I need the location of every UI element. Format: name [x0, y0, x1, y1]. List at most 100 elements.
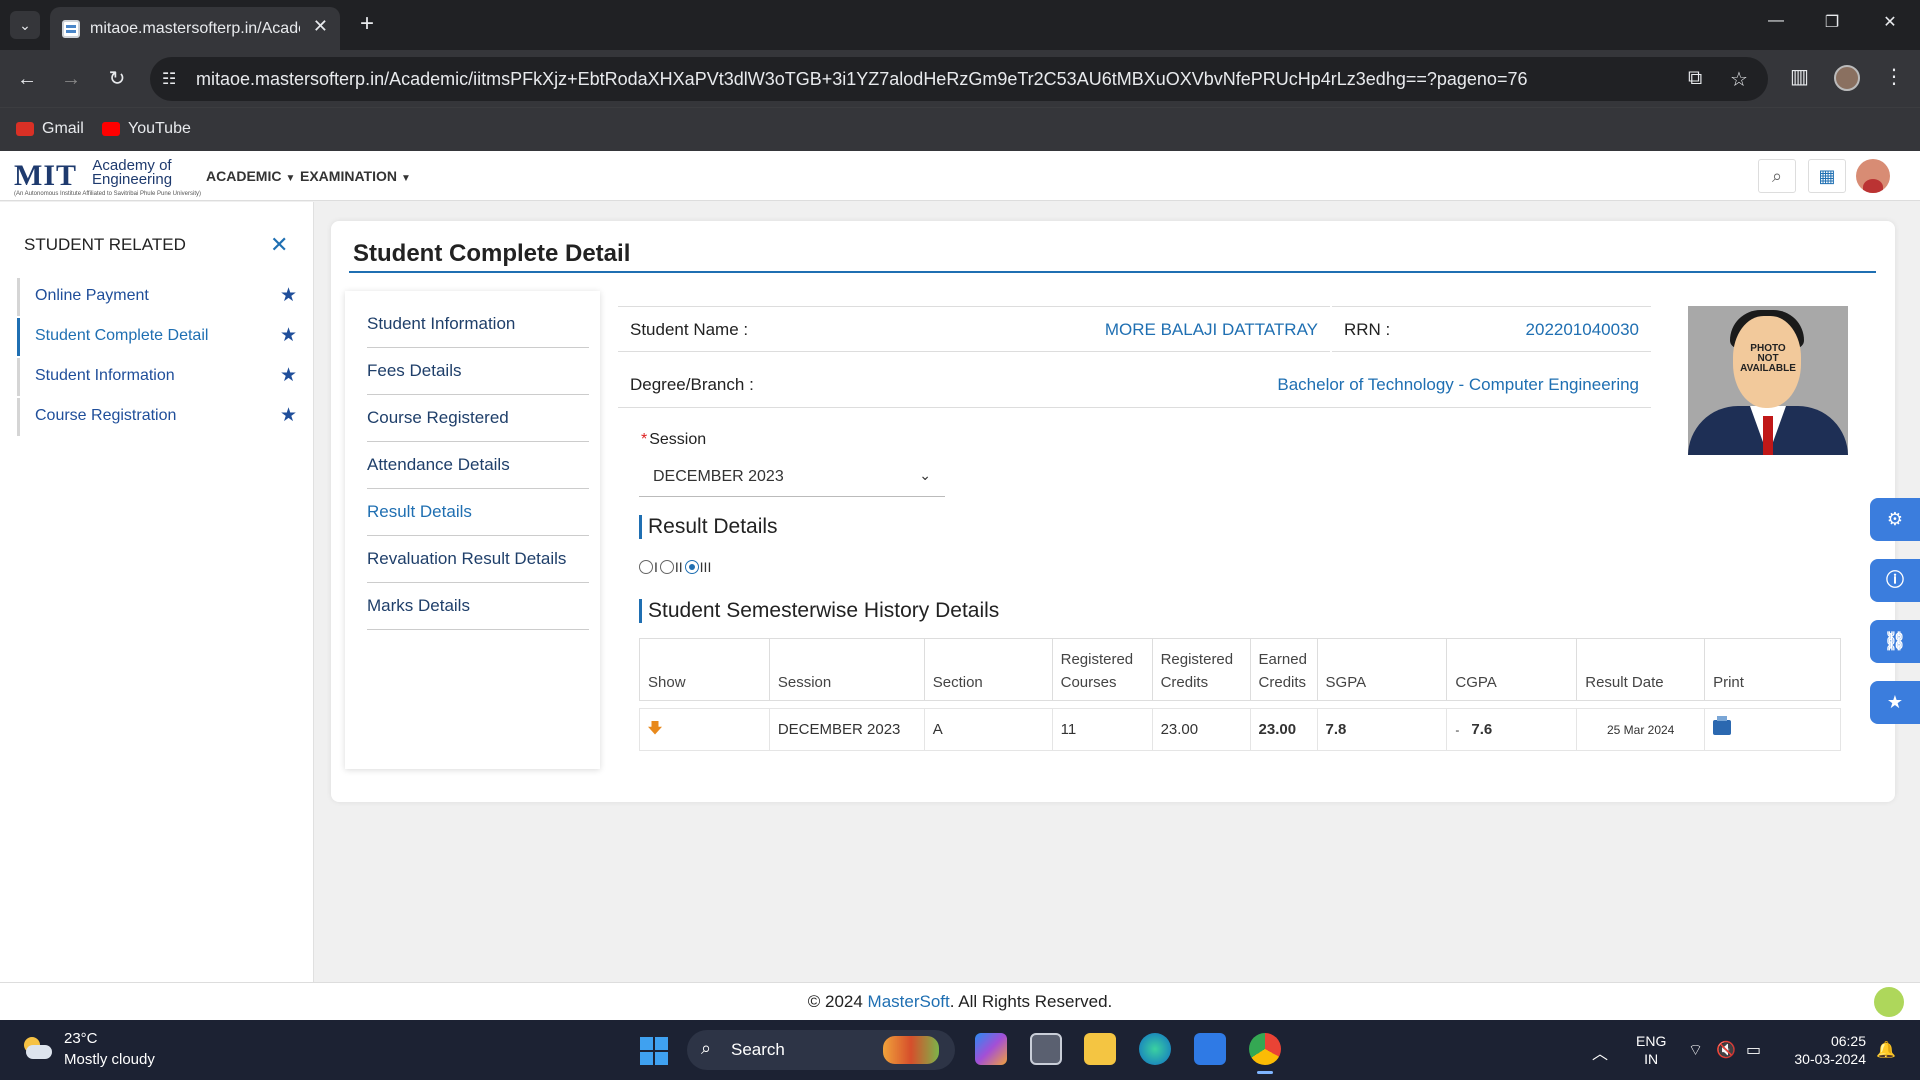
cell-sgpa: 7.8	[1316, 708, 1448, 751]
logo-tagline: (An Autonomous Institute Affiliated to S…	[14, 191, 201, 197]
result-radio-group: I II III	[639, 558, 713, 575]
sidebar-title: STUDENT RELATED	[24, 235, 186, 254]
cell-result-date: 25 Mar 2024	[1576, 708, 1706, 751]
table-row: DECEMBER 2023 A 11 23.00 23.00 7.8 -7.6 …	[639, 708, 1841, 751]
reload-button[interactable]: ↻	[102, 64, 132, 94]
clock[interactable]: 06:25 30-03-2024	[1780, 1032, 1866, 1068]
search-icon[interactable]: ⌕	[1758, 159, 1796, 193]
weather-temperature[interactable]: 23°C	[64, 1030, 98, 1047]
cell-section: A	[923, 708, 1053, 751]
degree-value: Bachelor of Technology - Computer Engine…	[1277, 375, 1639, 394]
bookmark-gmail[interactable]: Gmail	[16, 120, 84, 138]
expand-down-icon[interactable]	[648, 720, 662, 735]
file-explorer-icon[interactable]	[1084, 1033, 1116, 1065]
language-indicator[interactable]: ENG IN	[1636, 1032, 1666, 1068]
task-view-icon[interactable]	[1030, 1033, 1062, 1065]
menu-attendance-details[interactable]: Attendance Details	[367, 442, 589, 489]
col-sgpa: SGPA	[1316, 638, 1448, 701]
wifi-icon[interactable]: ⌔	[1688, 1040, 1703, 1060]
menu-academic[interactable]: ACADEMIC ▼	[206, 168, 295, 184]
sidebar-item-course-registration[interactable]: Course Registration ★	[17, 398, 297, 436]
notification-bell-icon[interactable]: 🔔	[1876, 1040, 1896, 1060]
menu-examination[interactable]: EXAMINATION ▼	[300, 168, 411, 184]
col-cgpa: CGPA	[1446, 638, 1578, 701]
window-close-button[interactable]: ✕	[1870, 12, 1910, 32]
site-favicon-icon	[62, 20, 80, 38]
session-select[interactable]: DECEMBER 2023 ⌄	[639, 457, 945, 497]
weather-icon[interactable]	[20, 1035, 54, 1063]
apps-grid-icon[interactable]: ▦	[1808, 159, 1846, 193]
radio-i[interactable]	[639, 560, 653, 575]
radio-iii[interactable]	[684, 560, 699, 575]
back-button[interactable]: ←	[12, 64, 42, 94]
browser-menu-icon[interactable]: ⋮	[1884, 64, 1904, 89]
cell-cgpa: -7.6	[1446, 708, 1578, 751]
settings-gear-button[interactable]: ⚙	[1870, 498, 1920, 541]
menu-revaluation-result-details[interactable]: Revaluation Result Details	[367, 536, 589, 583]
close-icon[interactable]: ✕	[270, 232, 288, 258]
info-button[interactable]: ⓘ	[1870, 559, 1920, 602]
taskbar: 23°C Mostly cloudy ⌕ Search ︿ ENG IN ⌔ 🔇…	[0, 1020, 1920, 1080]
history-table: Show Session Section Registered Courses R…	[639, 638, 1841, 751]
star-icon[interactable]: ★	[280, 324, 297, 347]
footer: © 2024 MasterSoft. All Rights Reserved.	[0, 982, 1920, 1020]
gmail-icon	[16, 121, 34, 136]
bookmark-star-icon[interactable]: ☆	[1730, 67, 1748, 92]
user-avatar[interactable]	[1856, 159, 1890, 193]
taskbar-search[interactable]: ⌕ Search	[687, 1030, 955, 1070]
logo[interactable]: MIT	[14, 159, 77, 193]
site-info-icon[interactable]: ☷	[162, 69, 176, 89]
battery-icon[interactable]: ▭	[1746, 1040, 1761, 1060]
forward-button[interactable]: →	[56, 64, 86, 94]
star-icon[interactable]: ★	[280, 284, 297, 307]
mastersoft-link[interactable]: MasterSoft	[868, 992, 950, 1011]
menu-course-registered[interactable]: Course Registered	[367, 395, 589, 442]
address-bar[interactable]: ☷ mitaoe.mastersofterp.in/Academic/iitms…	[150, 57, 1768, 101]
bookmark-youtube[interactable]: YouTube	[102, 120, 191, 138]
chrome-icon[interactable]	[1249, 1033, 1281, 1074]
col-result-date: Result Date	[1576, 638, 1706, 701]
copyright-text: © 2024 MasterSoft. All Rights Reserved.	[807, 992, 1113, 1011]
col-section: Section	[923, 638, 1053, 701]
chevron-up-icon[interactable]: ︿	[1592, 1040, 1608, 1064]
cell-registered-credits: 23.00	[1151, 708, 1251, 751]
minimize-button[interactable]: —	[1756, 12, 1796, 30]
favorites-star-button[interactable]: ★	[1870, 681, 1920, 724]
new-tab-button[interactable]: +	[352, 10, 382, 38]
detail-menu: Student Information Fees Details Course …	[345, 291, 600, 769]
profile-avatar-icon[interactable]	[1834, 65, 1860, 91]
sidebar-item-student-complete-detail[interactable]: Student Complete Detail ★	[17, 318, 297, 356]
menu-student-information[interactable]: Student Information	[367, 301, 589, 348]
menu-marks-details[interactable]: Marks Details	[367, 583, 589, 630]
col-session: Session	[768, 638, 925, 701]
weather-description[interactable]: Mostly cloudy	[64, 1051, 155, 1068]
store-icon[interactable]	[1194, 1033, 1226, 1065]
volume-muted-icon[interactable]: 🔇	[1716, 1040, 1736, 1060]
edge-icon[interactable]	[1139, 1033, 1171, 1065]
sidebar-item-online-payment[interactable]: Online Payment ★	[17, 278, 297, 316]
browser-tab[interactable]: mitaoe.mastersofterp.in/Academ ✕	[50, 7, 340, 50]
tab-close-icon[interactable]: ✕	[313, 16, 328, 37]
wifi-status-icon[interactable]	[1874, 987, 1904, 1017]
result-details-heading: Result Details	[639, 515, 778, 539]
restore-button[interactable]: ❐	[1812, 12, 1852, 32]
menu-result-details[interactable]: Result Details	[367, 489, 589, 536]
star-icon[interactable]: ★	[280, 404, 297, 427]
copilot-icon[interactable]	[975, 1033, 1007, 1065]
star-icon[interactable]: ★	[280, 364, 297, 387]
search-icon: ⌕	[701, 1038, 712, 1058]
sidebar-item-student-information[interactable]: Student Information ★	[17, 358, 297, 396]
title-divider	[349, 271, 1876, 273]
tab-list-button[interactable]: ⌄	[10, 11, 40, 39]
link-button[interactable]: ⛓	[1870, 620, 1920, 663]
menu-fees-details[interactable]: Fees Details	[367, 348, 589, 395]
side-panel-icon[interactable]: ▥	[1790, 64, 1809, 89]
history-heading: Student Semesterwise History Details	[639, 599, 999, 623]
main-card: Student Complete Detail Student Informat…	[331, 221, 1895, 802]
radio-ii[interactable]	[659, 560, 674, 575]
cell-session: DECEMBER 2023	[768, 708, 925, 751]
translate-icon[interactable]: ⧉	[1688, 67, 1702, 90]
print-icon[interactable]	[1713, 716, 1732, 735]
url-text[interactable]: mitaoe.mastersofterp.in/Academic/iitmsPF…	[196, 69, 1527, 90]
start-button[interactable]	[640, 1037, 668, 1065]
